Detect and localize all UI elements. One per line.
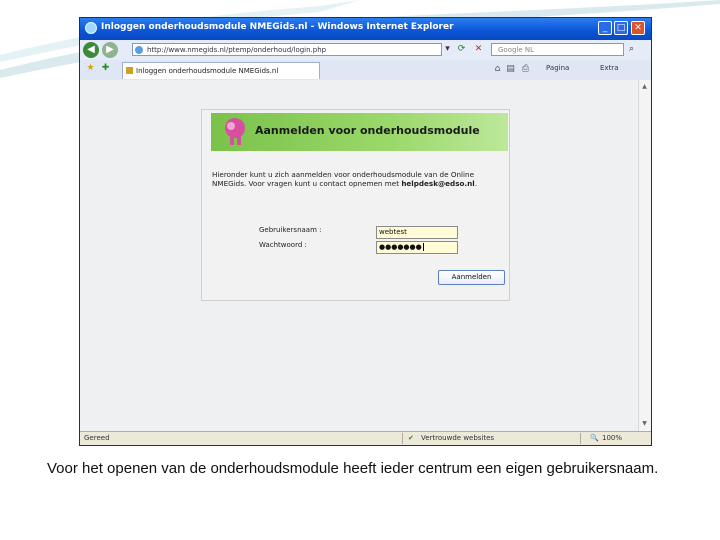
- zoom-level[interactable]: 100%: [602, 434, 622, 442]
- address-input[interactable]: http://www.nmegids.nl/ptemp/onderhoud/lo…: [132, 43, 442, 56]
- close-button[interactable]: ✕: [631, 21, 645, 35]
- scroll-up-icon[interactable]: ▲: [640, 82, 649, 92]
- ie-icon: [85, 22, 97, 34]
- search-icon[interactable]: ⌕: [626, 44, 637, 55]
- feeds-icon[interactable]: ▤: [505, 64, 516, 75]
- password-label: Wachtwoord :: [259, 241, 307, 249]
- title-bar: Inloggen onderhoudsmodule NMEGids.nl - W…: [80, 18, 651, 40]
- search-placeholder: Google NL: [498, 46, 535, 54]
- zone-text: Vertrouwde websites: [421, 434, 495, 442]
- add-favorite-icon[interactable]: ✚: [100, 63, 111, 74]
- zone-check-icon: ✔: [408, 434, 414, 442]
- zoom-icon[interactable]: 🔍: [590, 434, 599, 442]
- description-end: .: [474, 179, 478, 188]
- window-title: Inloggen onderhoudsmodule NMEGids.nl - W…: [101, 22, 454, 32]
- status-divider: [402, 433, 403, 444]
- status-text: Gereed: [84, 434, 110, 442]
- extra-menu[interactable]: Extra: [600, 64, 618, 72]
- login-description: Hieronder kunt u zich aanmelden voor ond…: [212, 170, 502, 188]
- helpdesk-email-link[interactable]: helpdesk@edso.nl: [401, 179, 474, 188]
- pagina-menu[interactable]: Pagina: [546, 64, 569, 72]
- forward-button[interactable]: ▶: [102, 42, 118, 58]
- favorites-star-icon[interactable]: ★: [85, 63, 96, 74]
- refresh-icon[interactable]: ⟳: [456, 44, 467, 55]
- banner-title: Aanmelden voor onderhoudsmodule: [255, 124, 480, 137]
- nme-logo-icon: [225, 118, 245, 145]
- username-value: webtest: [379, 228, 407, 236]
- page-icon: [135, 46, 143, 54]
- search-input[interactable]: Google NL: [491, 43, 624, 56]
- tab-bar: ★ ✚ Inloggen onderhoudsmodule NMEGids.nl…: [80, 60, 651, 81]
- username-label: Gebruikersnaam :: [259, 226, 322, 234]
- login-button[interactable]: Aanmelden: [438, 270, 505, 285]
- address-bar: ◀ ▶ http://www.nmegids.nl/ptemp/onderhou…: [80, 40, 651, 61]
- login-banner: Aanmelden voor onderhoudsmodule: [211, 113, 508, 151]
- slide-caption: Voor het openen van de onderhoudsmodule …: [47, 460, 659, 477]
- dropdown-icon[interactable]: ▾: [442, 44, 453, 55]
- page-content: Aanmelden voor onderhoudsmodule Hieronde…: [80, 80, 651, 431]
- vertical-scrollbar[interactable]: ▲ ▼: [638, 80, 651, 431]
- password-field[interactable]: ●●●●●●●: [376, 241, 458, 254]
- tab-label: Inloggen onderhoudsmodule NMEGids.nl: [136, 67, 279, 75]
- status-divider: [580, 433, 581, 444]
- maximize-button[interactable]: □: [614, 21, 628, 35]
- password-value: ●●●●●●●: [379, 243, 422, 251]
- browser-window: Inloggen onderhoudsmodule NMEGids.nl - W…: [79, 17, 652, 446]
- scroll-down-icon[interactable]: ▼: [640, 419, 649, 429]
- back-button[interactable]: ◀: [83, 42, 99, 58]
- tab-login[interactable]: Inloggen onderhoudsmodule NMEGids.nl: [122, 62, 320, 79]
- print-icon[interactable]: ⎙: [520, 64, 531, 75]
- username-field[interactable]: webtest: [376, 226, 458, 239]
- tab-favicon: [126, 67, 133, 74]
- login-panel: Aanmelden voor onderhoudsmodule Hieronde…: [201, 109, 510, 301]
- text-caret: [422, 243, 424, 251]
- home-icon[interactable]: ⌂: [492, 64, 503, 75]
- status-bar: Gereed ✔ Vertrouwde websites 🔍 100%: [80, 431, 651, 445]
- minimize-button[interactable]: _: [598, 21, 612, 35]
- stop-icon[interactable]: ✕: [473, 44, 484, 55]
- address-url: http://www.nmegids.nl/ptemp/onderhoud/lo…: [147, 46, 327, 54]
